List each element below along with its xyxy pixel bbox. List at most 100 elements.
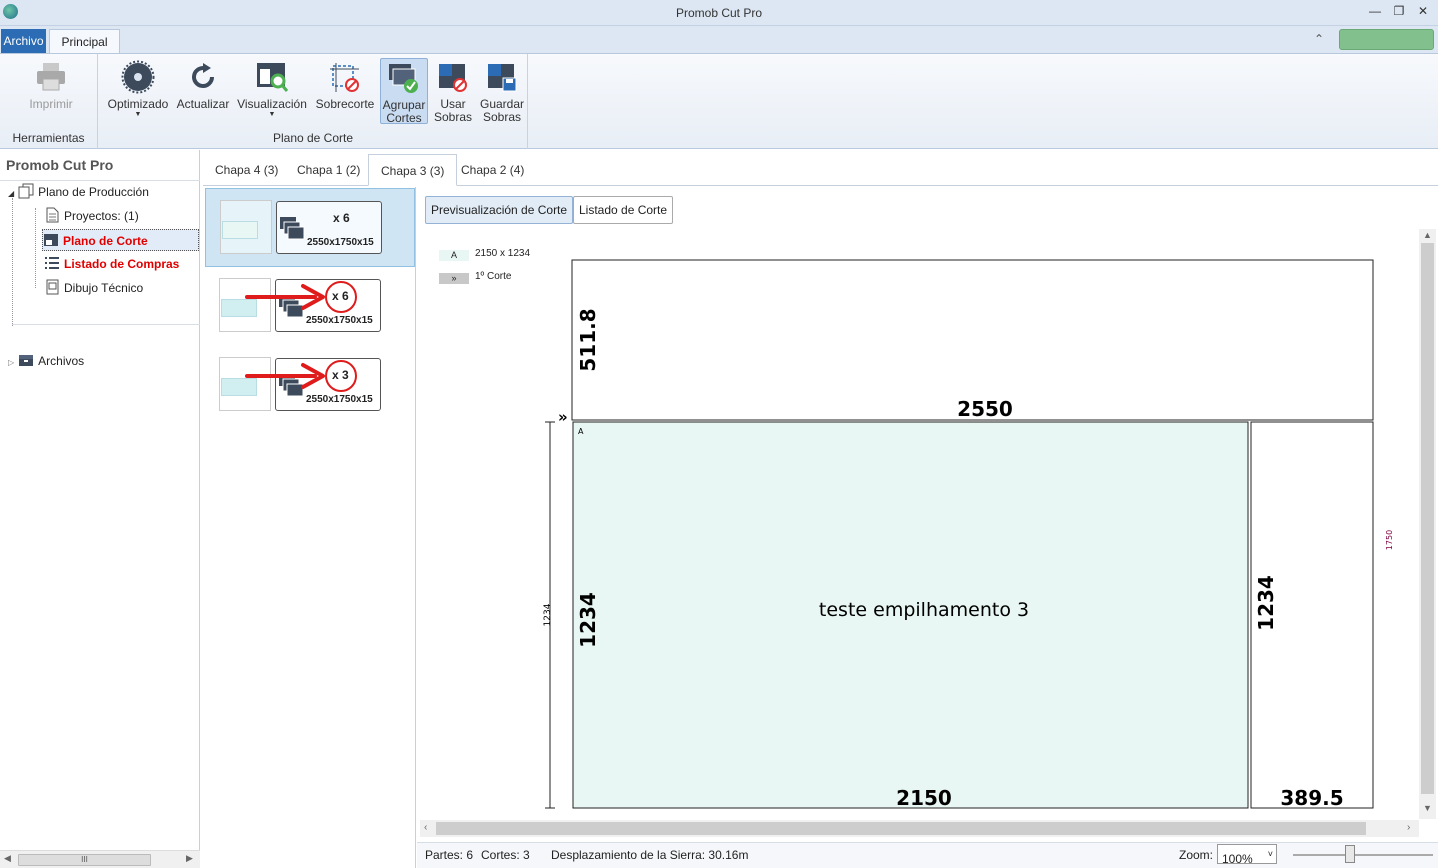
tree-cut-plan[interactable]: Plano de Corte	[42, 229, 199, 251]
save-leftovers-label-2: Sobras	[482, 110, 522, 124]
view-label: Visualización	[237, 97, 307, 111]
zoom-select[interactable]: 100% ˅	[1217, 844, 1277, 866]
tree-cut-plan-label: Plano de Corte	[63, 234, 148, 248]
saw-travel: Desplazamiento de la Sierra: 30.16m	[551, 848, 749, 862]
expand-arrow-icon[interactable]: ▷	[8, 358, 14, 367]
save-leftovers-icon	[485, 60, 519, 94]
status-bar: Partes: 6 Cortes: 3 Desplazamiento de la…	[417, 842, 1438, 868]
remnant-width: 389.5	[1280, 786, 1343, 810]
tree-shopping-list[interactable]: Listado de Compras	[44, 253, 179, 275]
tree-archives-label: Archivos	[38, 354, 85, 368]
tab-chapa-4[interactable]: Chapa 4 (3)	[203, 154, 290, 186]
sheet-dims: 2550x1750x15	[306, 394, 373, 405]
zoom-slider[interactable]	[1293, 854, 1433, 856]
vertical-scroll-thumb[interactable]	[1421, 243, 1434, 794]
refresh-button[interactable]: Actualizar	[175, 58, 231, 111]
left-panel-scrollbar[interactable]: ◀ III ▶	[0, 850, 200, 868]
legend-piece-size: 2150 x 1234	[475, 248, 531, 259]
sheet-list: x 6 2550x1750x15 x 6 2550x1750x15 x 3 25…	[203, 187, 416, 868]
horizontal-scroll-thumb[interactable]	[436, 822, 1366, 835]
drawing-icon	[44, 279, 60, 295]
scroll-left-arrow-icon[interactable]: ◀	[4, 853, 11, 864]
minimize-icon[interactable]: —	[1368, 4, 1382, 18]
cut-diagram: 511.8 2550 » A teste empilhamento 3 1234…	[543, 259, 1394, 810]
legend-cut-tag: »	[439, 273, 469, 284]
group-herramientas: Imprimir Herramientas	[0, 54, 98, 149]
overcut-button[interactable]: Sobrecorte	[313, 58, 377, 111]
cut-plan-icon	[43, 232, 59, 248]
preview-cut-button[interactable]: Previsualización de Corte	[425, 196, 574, 224]
group-cuts-button[interactable]: Agrupar Cortes	[380, 58, 428, 125]
ribbon-tab-row: Archivo Principal ⌃	[0, 26, 1438, 54]
sheet-qty: x 6	[333, 211, 350, 225]
group-label-herramientas: Herramientas	[12, 131, 85, 145]
tree-line	[12, 198, 13, 326]
red-arrow-annotation	[245, 284, 325, 310]
list-icon	[44, 255, 60, 271]
tab-archivo[interactable]: Archivo	[1, 29, 46, 53]
window-title: Promob Cut Pro	[675, 6, 763, 20]
legend-cut-label: 1º Corte	[475, 271, 512, 282]
saw-blade-icon	[121, 60, 155, 94]
group-cuts-icon	[387, 61, 421, 95]
save-leftovers-button[interactable]: Guardar Sobras	[478, 58, 526, 124]
group-label-plano-de-corte: Plano de Corte	[272, 131, 354, 145]
sheet-dims: 2550x1750x15	[306, 315, 373, 326]
zoom-slider-thumb[interactable]	[1345, 845, 1355, 863]
collapse-arrow-icon[interactable]: ◢	[8, 189, 14, 198]
optimized-label: Optimizado	[107, 97, 169, 111]
sheet-card: x 6 2550x1750x15	[276, 201, 382, 254]
scroll-up-arrow-icon[interactable]: ▲	[1419, 230, 1436, 240]
tree-production-plan[interactable]: ◢ Plano de Producción	[8, 181, 149, 203]
refresh-label: Actualizar	[176, 97, 230, 111]
use-leftovers-button[interactable]: Usar Sobras	[430, 58, 476, 124]
piece-height: 1234	[576, 592, 600, 648]
cut-list-button[interactable]: Listado de Corte	[573, 196, 674, 224]
sheet-item[interactable]: x 6 2550x1750x15	[205, 268, 415, 347]
scroll-right-arrow-icon[interactable]: ▶	[186, 853, 193, 864]
scroll-left-arrow-icon[interactable]: ‹	[424, 822, 427, 833]
tab-chapa-3[interactable]: Chapa 3 (3)	[368, 154, 458, 186]
piece-width: 2150	[896, 786, 952, 810]
zoom-value: 100%	[1222, 852, 1253, 866]
optimized-button[interactable]: Optimizado ▼	[105, 58, 171, 119]
tab-chapa-2[interactable]: Chapa 2 (4)	[449, 154, 536, 186]
tree-projects-label: Proyectos: (1)	[64, 209, 139, 223]
stack-icon	[279, 216, 305, 242]
tree-shopping-list-label: Listado de Compras	[64, 257, 180, 271]
sheet-item[interactable]: x 6 2550x1750x15	[205, 188, 415, 267]
top-strip-height: 511.8	[576, 308, 600, 371]
view-magnifier-icon	[255, 60, 289, 94]
overcut-icon	[328, 60, 362, 94]
sheet-dims: 2550x1750x15	[307, 237, 374, 248]
tab-chapa-1[interactable]: Chapa 1 (2)	[285, 154, 372, 186]
print-button[interactable]: Imprimir	[22, 58, 80, 111]
tree-archives[interactable]: ▷ Archivos	[8, 350, 84, 372]
refresh-icon	[186, 60, 220, 94]
vertical-scrollbar[interactable]: ▲ ▼	[1419, 229, 1436, 819]
scroll-thumb[interactable]: III	[18, 854, 151, 866]
horizontal-scrollbar[interactable]: ‹ ›	[420, 820, 1419, 837]
scroll-right-arrow-icon[interactable]: ›	[1407, 822, 1410, 833]
tree-technical-drawing[interactable]: Dibujo Técnico	[44, 277, 143, 299]
tab-principal[interactable]: Principal	[49, 29, 120, 54]
zoom-label: Zoom:	[1179, 848, 1214, 862]
status-indicator	[1339, 29, 1434, 50]
dimension-left: 1234	[543, 603, 553, 626]
tree-line	[35, 208, 36, 288]
left-panel-title: Promob Cut Pro	[6, 157, 114, 173]
use-leftovers-icon	[436, 60, 470, 94]
sheet-thumbnail-piece	[222, 221, 258, 239]
tree-projects[interactable]: Proyectos: (1)	[44, 205, 139, 227]
scroll-down-arrow-icon[interactable]: ▼	[1419, 803, 1436, 813]
view-button[interactable]: Visualización ▼	[236, 58, 308, 119]
remnant-height: 1234	[1254, 575, 1278, 631]
archive-box-icon	[18, 352, 34, 368]
documents-icon	[18, 183, 34, 199]
sheet-item[interactable]: x 3 2550x1750x15	[205, 347, 415, 426]
close-icon[interactable]: ✕	[1416, 4, 1430, 18]
restore-icon[interactable]: ❐	[1392, 4, 1406, 18]
group-cuts-label-2: Cortes	[386, 111, 422, 125]
collapse-ribbon-icon[interactable]: ⌃	[1314, 32, 1324, 46]
dropdown-caret-icon: ▼	[134, 111, 142, 118]
